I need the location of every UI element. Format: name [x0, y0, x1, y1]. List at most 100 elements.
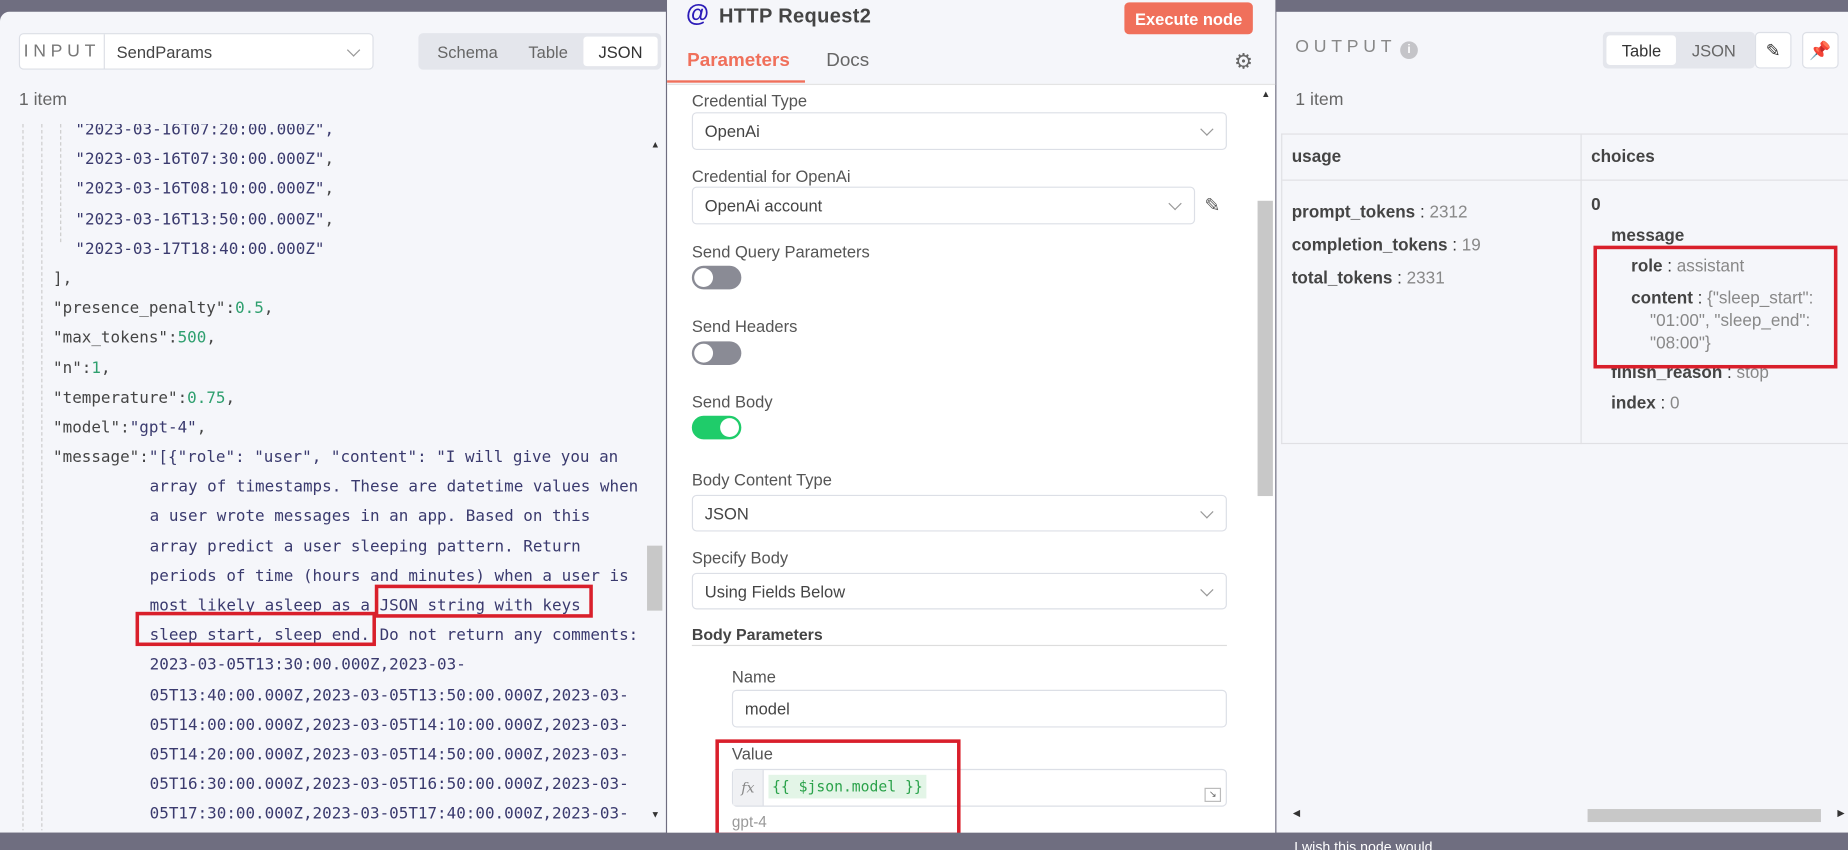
- specify-body-select[interactable]: Using Fields Below: [691, 572, 1227, 610]
- output-table: usage choices prompt_tokens : 2312 compl…: [1281, 133, 1848, 445]
- json-line: array predict a user sleeping pattern. R…: [0, 532, 638, 562]
- choices-cell: 0 message role : assistant content : {"s…: [1591, 196, 1848, 413]
- json-line: periods of time (hours and minutes) when…: [0, 562, 638, 592]
- content-value-cont: "01:00", "sleep_end":: [1650, 311, 1811, 331]
- scroll-up-icon[interactable]: ▲: [651, 139, 660, 150]
- edit-output-button[interactable]: ✎: [1754, 31, 1792, 69]
- json-token: "2023-03-17T18:40:00.000Z": [75, 239, 325, 259]
- input-node-select[interactable]: INPUT SendParams: [18, 33, 374, 70]
- index-value: 0: [1670, 394, 1680, 414]
- send-body-toggle[interactable]: [691, 415, 742, 440]
- json-line: 05T16:30:00.000Z,2023-03-05T16:50:00.000…: [0, 770, 638, 800]
- json-token: array predict a user sleeping pattern. R…: [149, 536, 581, 556]
- output-panel: OUTPUT i Table JSON ✎ 📌 1 item usage cho…: [1276, 11, 1848, 833]
- json-token: "2023-03-16T07:20:00.000Z",: [75, 124, 335, 140]
- pin-data-button[interactable]: 📌: [1802, 31, 1839, 69]
- usage-cell: prompt_tokens : 2312 completion_tokens :…: [1291, 203, 1481, 289]
- json-line: "2023-03-16T07:30:00.000Z",: [0, 145, 638, 175]
- finish-reason-value: stop: [1736, 363, 1769, 383]
- bottom-bar: I wish this node would...: [0, 832, 1848, 850]
- credential-select[interactable]: OpenAi account: [691, 186, 1196, 225]
- json-line: "message":"[{"role": "user", "content": …: [0, 443, 638, 473]
- json-line: ],: [0, 264, 638, 294]
- body-content-type-label: Body Content Type: [691, 470, 832, 489]
- scroll-down-icon[interactable]: ▼: [651, 809, 660, 820]
- chevron-down-icon: [1200, 122, 1214, 136]
- scroll-right-icon[interactable]: ▶: [1837, 808, 1844, 819]
- column-header-choices: choices: [1591, 147, 1655, 167]
- expand-icon[interactable]: ↘: [1204, 787, 1222, 802]
- json-line: 05T13:40:00.000Z,2023-03-05T13:50:00.000…: [0, 681, 638, 711]
- send-headers-toggle[interactable]: [691, 341, 742, 365]
- json-token: "n": [53, 358, 82, 378]
- usage-value: 2331: [1406, 269, 1445, 289]
- gear-icon[interactable]: ⚙: [1234, 50, 1253, 75]
- scroll-left-icon[interactable]: ◀: [1293, 808, 1300, 819]
- json-token: "max_tokens": [53, 328, 169, 348]
- credential-value: OpenAi account: [704, 196, 823, 215]
- credential-type-select[interactable]: OpenAi: [691, 112, 1227, 150]
- view-table-button[interactable]: Table: [1606, 35, 1677, 65]
- body-content-type-select[interactable]: JSON: [691, 494, 1227, 532]
- node-title[interactable]: HTTP Request2: [719, 5, 871, 29]
- view-json-button[interactable]: JSON: [1677, 35, 1752, 65]
- input-scrollbar[interactable]: ▲ ▼: [646, 130, 664, 827]
- tab-docs[interactable]: Docs: [826, 51, 869, 72]
- json-token: 500: [177, 328, 207, 348]
- fx-icon: fx: [733, 770, 764, 806]
- param-value-label: Value: [731, 744, 773, 763]
- view-json-button[interactable]: JSON: [583, 36, 658, 67]
- json-token: ,: [225, 388, 236, 408]
- json-token: "presence_penalty": [53, 298, 226, 318]
- json-token: "model": [53, 417, 121, 437]
- output-view-toggle: Table JSON: [1602, 31, 1755, 69]
- view-schema-button[interactable]: Schema: [422, 37, 513, 67]
- scrollbar-thumb[interactable]: [1257, 200, 1273, 497]
- content-value-cont: "08:00"}: [1650, 334, 1711, 354]
- json-token: :: [81, 358, 92, 378]
- json-token: ,: [324, 209, 335, 229]
- credential-type-value: OpenAi: [704, 121, 760, 141]
- send-query-toggle[interactable]: [691, 265, 742, 290]
- content-key: content: [1631, 289, 1693, 309]
- json-line: "2023-03-16T07:20:00.000Z",: [0, 124, 638, 145]
- role-value: assistant: [1676, 257, 1745, 277]
- json-token: :: [139, 447, 149, 467]
- scroll-up-icon[interactable]: ▲: [1261, 89, 1270, 100]
- json-token: ,: [100, 358, 111, 378]
- json-token: 1: [91, 358, 101, 378]
- json-line: 05T14:20:00.000Z,2023-03-05T14:50:00.000…: [0, 740, 638, 770]
- json-token: 0.75: [187, 388, 226, 408]
- json-token: most likely asleep as a JSON string with…: [149, 596, 581, 616]
- usage-key: prompt_tokens: [1291, 203, 1416, 223]
- body-parameters-heading: Body Parameters: [691, 625, 823, 644]
- input-label: INPUT: [20, 34, 105, 69]
- json-line: 05T14:00:00.000Z,2023-03-05T14:10:00.000…: [0, 711, 638, 741]
- json-line: "2023-03-16T13:50:00.000Z",: [0, 205, 638, 235]
- usage-key: total_tokens: [1291, 269, 1393, 289]
- json-line: "model":"gpt-4",: [0, 413, 638, 443]
- json-token: "temperature": [53, 388, 178, 408]
- body-content-type-value: JSON: [704, 503, 749, 523]
- json-line: "temperature":0.75,: [0, 383, 638, 413]
- scrollbar-thumb[interactable]: [647, 545, 663, 611]
- finish-reason-key: finish_reason: [1611, 363, 1723, 383]
- json-token: sleep_start, sleep_end. Do not return an…: [149, 626, 639, 646]
- param-name-input[interactable]: model: [731, 689, 1227, 728]
- execute-node-button[interactable]: Execute node: [1124, 2, 1253, 35]
- usage-key: completion_tokens: [1291, 236, 1448, 256]
- json-token: ,: [324, 150, 335, 170]
- json-token: "2023-03-16T08:10:00.000Z": [75, 179, 325, 199]
- json-token: ,: [324, 179, 335, 199]
- json-token: "2023-03-16T13:50:00.000Z": [75, 209, 325, 229]
- tab-parameters[interactable]: Parameters: [687, 51, 790, 72]
- scrollbar-thumb[interactable]: [1587, 809, 1821, 823]
- specify-body-label: Specify Body: [691, 548, 789, 567]
- parameters-scrollbar[interactable]: ▲: [1256, 89, 1274, 833]
- pencil-icon[interactable]: ✎: [1205, 194, 1221, 218]
- info-icon[interactable]: i: [1400, 41, 1418, 60]
- output-horizontal-scrollbar[interactable]: ◀ ▶: [1281, 808, 1848, 825]
- json-line: 2023-03-05T13:30:00.000Z,2023-03-: [0, 651, 638, 681]
- param-value-input[interactable]: fx {{ $json.model }} ↘: [731, 768, 1227, 807]
- view-table-button[interactable]: Table: [513, 37, 583, 67]
